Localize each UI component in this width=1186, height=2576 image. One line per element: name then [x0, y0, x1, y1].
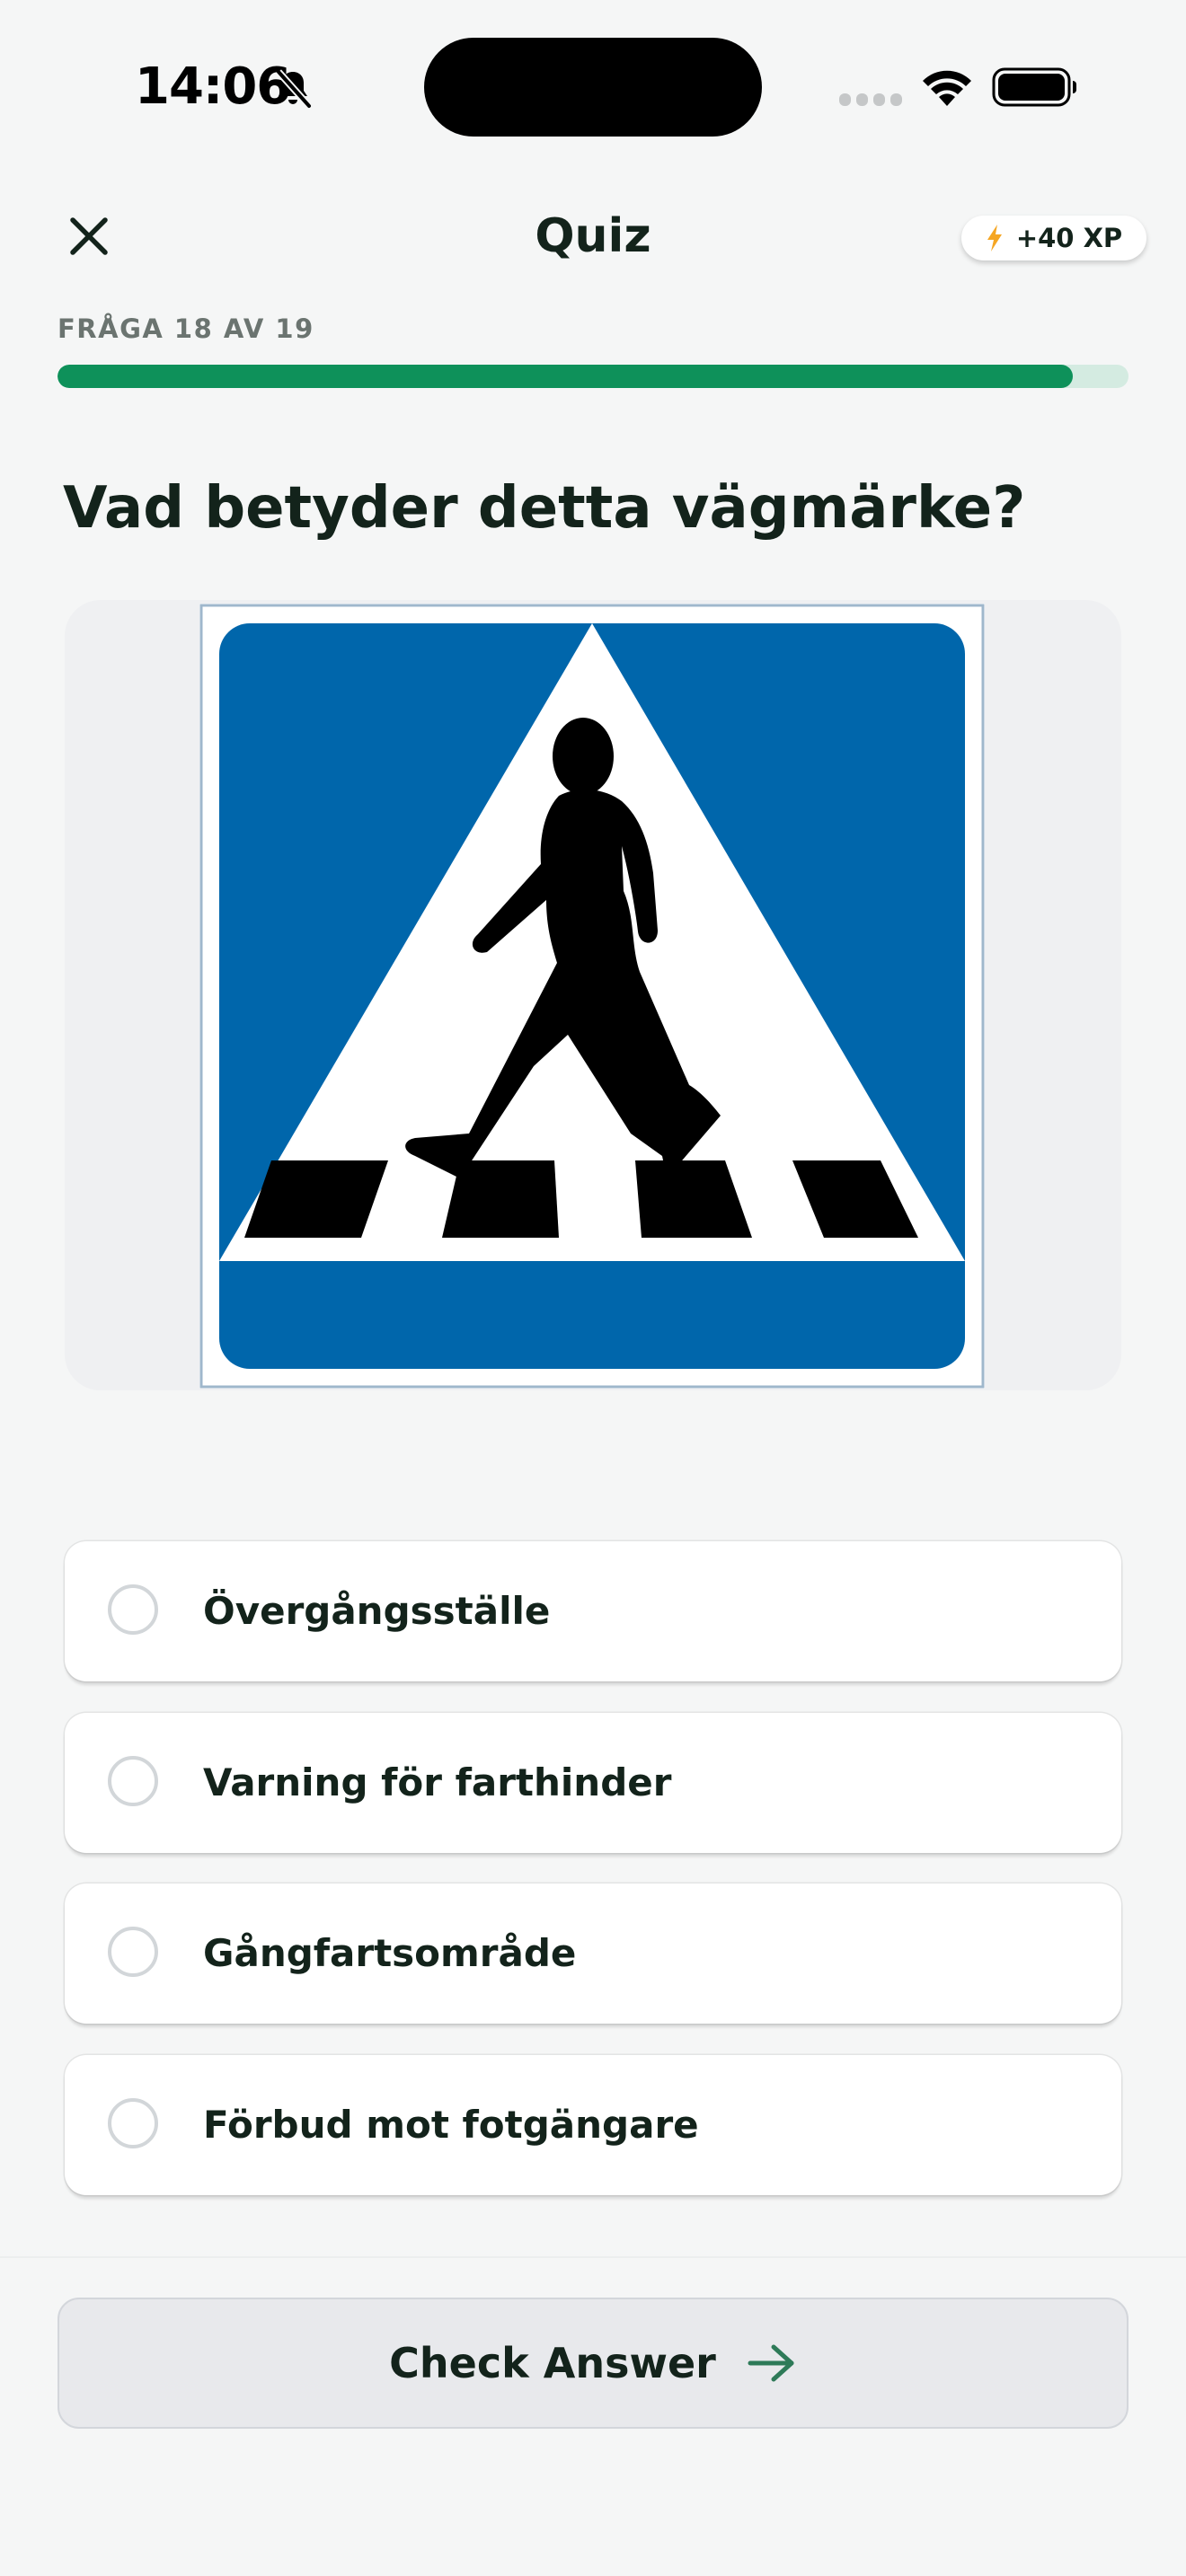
footer-divider	[0, 2256, 1186, 2258]
xp-label: +40 XP	[1015, 223, 1123, 253]
pedestrian-crossing-sign-image	[199, 604, 985, 1389]
radio-button[interactable]	[108, 1584, 158, 1635]
answer-option-4[interactable]: Förbud mot fotgängare	[65, 2055, 1121, 2195]
question-title: Vad betyder detta vägmärke?	[63, 475, 1026, 542]
radio-button[interactable]	[108, 1756, 158, 1806]
radio-button[interactable]	[108, 2098, 158, 2148]
cellular-signal-icon	[839, 93, 902, 106]
wifi-icon	[923, 70, 971, 106]
progress-bar	[58, 365, 1128, 388]
status-bar: 14:06	[0, 0, 1186, 171]
lightning-icon	[987, 225, 1002, 251]
answer-option-1[interactable]: Övergångsställe	[65, 1541, 1121, 1681]
answer-option-2[interactable]: Varning för farthinder	[65, 1713, 1121, 1853]
close-icon	[70, 217, 108, 255]
status-time: 14:06	[135, 57, 291, 116]
arrow-right-icon	[748, 2344, 794, 2382]
check-answer-button[interactable]: Check Answer	[58, 2298, 1128, 2429]
answer-option-label: Förbud mot fotgängare	[203, 2103, 699, 2147]
dynamic-island	[424, 38, 762, 137]
answer-option-label: Varning för farthinder	[203, 1760, 672, 1804]
close-button[interactable]	[58, 205, 120, 268]
progress-fill	[58, 365, 1074, 388]
bell-slash-icon	[276, 69, 312, 109]
answer-option-label: Övergångsställe	[203, 1589, 551, 1633]
answer-option-3[interactable]: Gångfartsområde	[65, 1883, 1121, 2024]
answer-option-label: Gångfartsområde	[203, 1931, 577, 1975]
xp-badge: +40 XP	[961, 216, 1146, 260]
battery-icon	[992, 67, 1076, 107]
progress-label: FRÅGA 18 AV 19	[58, 313, 314, 344]
check-answer-label: Check Answer	[389, 2339, 716, 2387]
radio-button[interactable]	[108, 1927, 158, 1977]
page-title: Quiz	[535, 209, 651, 263]
